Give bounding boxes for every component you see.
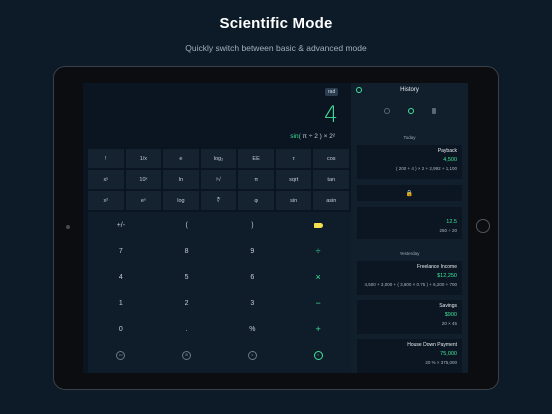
key-reciprocal[interactable]: 1/x xyxy=(125,149,162,168)
history-card-expression: 20 % × 375,000 xyxy=(425,360,457,365)
tab-calendar-icon[interactable] xyxy=(383,108,390,114)
backspace-icon xyxy=(313,222,323,228)
history-card-value: 75,000 xyxy=(440,351,457,357)
key-cube-root[interactable]: ∛ xyxy=(200,191,237,210)
basic-keypad: +/- ( ) 7 8 9 ÷ 4 5 6 × 1 2 3 − 0 . % + xyxy=(88,212,351,373)
key-tau[interactable]: τ xyxy=(275,149,312,168)
history-card[interactable]: Payback 4,500 ( 200 + 4 ) × 2 + 2,992 + … xyxy=(357,145,462,179)
expression-function: sin( xyxy=(290,133,301,140)
key-multiply[interactable]: × xyxy=(285,264,351,290)
key-sin[interactable]: sin xyxy=(275,191,312,210)
home-button xyxy=(476,219,490,233)
key-0[interactable]: 0 xyxy=(88,316,154,342)
key-3[interactable]: 3 xyxy=(220,290,286,316)
history-card-expression: 20 × 45 xyxy=(441,321,457,326)
key-negate[interactable]: +/- xyxy=(88,212,154,238)
history-card-expression: 250 ÷ 20 xyxy=(439,228,457,233)
key-x-pow-y[interactable]: xʸ xyxy=(88,170,124,189)
history-card[interactable]: 12.5 250 ÷ 20 xyxy=(357,207,462,239)
key-e[interactable]: e xyxy=(163,149,199,168)
key-x-squared[interactable]: x² xyxy=(88,191,124,210)
history-card-expression: 4,500 + 3,000 + ( 3,800 × 0.75 ) + 6,200… xyxy=(364,282,457,287)
history-tabs xyxy=(351,108,468,114)
key-decimal[interactable]: . xyxy=(154,316,220,342)
key-phi[interactable]: φ xyxy=(238,191,274,210)
key-log[interactable]: log xyxy=(163,191,199,210)
section-today: Today xyxy=(403,135,416,140)
app-screen: rad 4 sin( π ÷ 2 ) × 2² ! 1/x e log₂ EE … xyxy=(83,83,468,373)
lock-icon: 🔒 xyxy=(357,185,462,201)
history-card-name: Freelance Income xyxy=(416,264,457,270)
more-icon: ••• xyxy=(116,350,126,360)
history-card[interactable]: Savings $900 20 × 45 xyxy=(357,300,462,334)
angle-mode-badge[interactable]: rad xyxy=(325,88,339,96)
key-sqrt[interactable]: sqrt xyxy=(275,170,312,189)
expression-display: sin( π ÷ 2 ) × 2² xyxy=(290,133,335,140)
equals-button[interactable]: = xyxy=(285,342,351,368)
camera-dot xyxy=(66,225,70,229)
history-panel: History Today Payback 4,500 ( 200 + 4 ) … xyxy=(351,83,468,373)
key-ln[interactable]: ln xyxy=(163,170,199,189)
key-asin[interactable]: asin xyxy=(313,191,350,210)
key-close-paren[interactable]: ) xyxy=(220,212,286,238)
promo-subtitle: Quickly switch between basic & advanced … xyxy=(185,43,367,53)
key-tan[interactable]: tan xyxy=(313,170,350,189)
history-card[interactable]: Freelance Income $12,250 4,500 + 3,000 +… xyxy=(357,261,462,295)
history-card-value: $900 xyxy=(444,312,457,318)
tab-history-icon[interactable] xyxy=(407,108,414,114)
key-6[interactable]: 6 xyxy=(220,264,286,290)
equals-icon: = xyxy=(313,350,323,360)
history-card-name: Savings xyxy=(439,303,457,309)
key-divide[interactable]: ÷ xyxy=(285,238,351,264)
key-percent[interactable]: % xyxy=(220,316,286,342)
expression-rest: π ÷ 2 ) × 2² xyxy=(300,133,335,140)
key-9[interactable]: 9 xyxy=(220,238,286,264)
settings-icon: ⚙ xyxy=(182,350,192,360)
key-add[interactable]: + xyxy=(285,316,351,342)
history-title: History xyxy=(400,87,419,93)
key-ee[interactable]: EE xyxy=(238,149,274,168)
history-card-value: 4,500 xyxy=(443,157,457,163)
key-cos[interactable]: cos xyxy=(313,149,350,168)
key-log2[interactable]: log₂ xyxy=(200,149,237,168)
history-card-expression: ( 200 + 4 ) × 2 + 2,992 + 1,100 xyxy=(395,166,457,171)
key-1[interactable]: 1 xyxy=(88,290,154,316)
key-4[interactable]: 4 xyxy=(88,264,154,290)
key-y-root[interactable]: ʸ√ xyxy=(200,170,237,189)
tab-bookmark-icon[interactable] xyxy=(431,108,436,114)
key-e-pow-x[interactable]: eˣ xyxy=(125,191,162,210)
key-8[interactable]: 8 xyxy=(154,238,220,264)
key-ten-pow-x[interactable]: 10ˣ xyxy=(125,170,162,189)
settings-button[interactable]: ⚙ xyxy=(154,342,220,368)
key-subtract[interactable]: − xyxy=(285,290,351,316)
clear-icon: c xyxy=(247,350,257,360)
history-card-value: $12,250 xyxy=(437,273,457,279)
history-card-name: House Down Payment xyxy=(407,342,457,348)
key-2[interactable]: 2 xyxy=(154,290,220,316)
key-open-paren[interactable]: ( xyxy=(154,212,220,238)
key-pi[interactable]: π xyxy=(238,170,274,189)
history-card-value: 12.5 xyxy=(446,219,457,225)
more-button[interactable]: ••• xyxy=(88,342,154,368)
promo-title: Scientific Mode xyxy=(219,15,333,32)
key-delete[interactable] xyxy=(285,212,351,238)
key-5[interactable]: 5 xyxy=(154,264,220,290)
history-card-name: Payback xyxy=(437,148,457,154)
result-display: 4 xyxy=(324,103,338,128)
section-yesterday: Yesterday xyxy=(399,251,420,256)
scientific-keypad: ! 1/x e log₂ EE τ cos xʸ 10ˣ ln ʸ√ π sqr… xyxy=(88,149,351,212)
clear-button[interactable]: c xyxy=(220,342,286,368)
key-7[interactable]: 7 xyxy=(88,238,154,264)
key-factorial[interactable]: ! xyxy=(88,149,124,168)
history-card[interactable]: House Down Payment 75,000 20 % × 375,000 xyxy=(357,339,462,373)
